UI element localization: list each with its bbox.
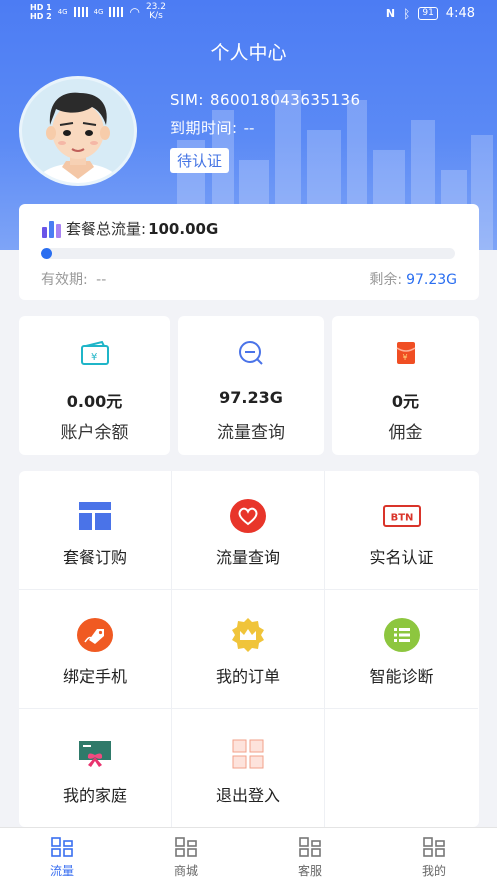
remaining: 剩余: 97.23G xyxy=(369,269,457,289)
validity-value: -- xyxy=(96,272,107,288)
user-avatar-icon xyxy=(34,92,122,183)
tab-grid-icon xyxy=(51,837,73,857)
validity-label: 有效期: xyxy=(41,272,88,288)
data-query-label: 流量查询 xyxy=(217,423,285,443)
commission-label: 佣金 xyxy=(388,423,423,443)
profile-info: SIM: 860018043635136 到期时间: -- 待认证 xyxy=(170,90,361,173)
svg-text:¥: ¥ xyxy=(402,353,407,362)
balance-card[interactable]: ¥ 0.00元 账户余额 xyxy=(19,316,170,455)
list-icon xyxy=(383,618,420,652)
menu-label: 流量查询 xyxy=(215,548,280,567)
bar-chart-icon xyxy=(42,220,61,238)
clock: 4:48 xyxy=(445,6,475,21)
status-bar: HD 1 HD 2 4G 4G ◠ 23.2 K/s N ᛒ 91 4:48 xyxy=(0,0,497,30)
tab-service[interactable]: 客服 xyxy=(248,828,372,883)
validity: 有效期: -- xyxy=(41,269,106,289)
menu-bind-phone[interactable]: 绑定手机 xyxy=(19,590,172,709)
menu-data-query[interactable]: 流量查询 xyxy=(172,471,325,590)
menu-label: 套餐订购 xyxy=(62,548,127,567)
expire-label: 到期时间: xyxy=(170,119,238,137)
page-title: 个人中心 xyxy=(210,42,287,64)
layout-icon xyxy=(79,502,111,530)
tab-grid-icon xyxy=(299,837,321,857)
menu-label: 智能诊断 xyxy=(369,667,434,686)
sim-label: SIM: xyxy=(170,91,204,109)
sim-number: 860018043635136 xyxy=(209,91,361,109)
menu-my-family[interactable]: 我的家庭 xyxy=(19,709,172,827)
menu-smart-diagnosis[interactable]: 智能诊断 xyxy=(325,590,478,709)
menu-plan-order[interactable]: 套餐订购 xyxy=(19,471,172,590)
balance-label: 账户余额 xyxy=(60,423,129,443)
data-usage-progress xyxy=(41,248,455,259)
tab-label: 客服 xyxy=(297,864,322,878)
commission-card[interactable]: ¥ 0元 佣金 xyxy=(332,316,479,455)
remaining-label: 剩余: xyxy=(369,272,403,288)
data-usage-progress-fill xyxy=(41,248,53,259)
heart-icon xyxy=(230,499,266,533)
search-data-icon xyxy=(239,341,263,365)
tag-icon xyxy=(77,618,113,652)
tab-mine[interactable]: 我的 xyxy=(372,828,496,883)
signal2-label: 4G xyxy=(93,8,104,16)
tab-grid-icon xyxy=(423,837,445,857)
tab-shop[interactable]: 商城 xyxy=(124,828,248,883)
tab-label: 商城 xyxy=(173,864,198,878)
gift-card-icon xyxy=(79,741,111,767)
signal1-label: 4G xyxy=(57,8,68,16)
expire-value: -- xyxy=(243,119,255,137)
network-speed: 23.2 K/s xyxy=(145,2,166,21)
avatar[interactable] xyxy=(19,76,137,186)
red-envelope-icon: ¥ xyxy=(396,342,415,364)
wallet-icon: ¥ xyxy=(80,340,109,365)
bluetooth-icon: ᛒ xyxy=(403,6,411,21)
menu-logout[interactable]: 退出登入 xyxy=(172,709,325,827)
svg-text:BTN: BTN xyxy=(390,513,413,524)
plan-title-label: 套餐总流量: xyxy=(66,220,147,238)
menu-label: 退出登入 xyxy=(215,786,280,805)
menu-label: 我的家庭 xyxy=(62,786,127,805)
signal2-icon xyxy=(109,7,124,17)
tab-data[interactable]: 流量 xyxy=(0,828,124,883)
menu-grid: 套餐订购 流量查询 BTN 实名认证 绑定手机 我的订单 智能诊断 我的家庭 退… xyxy=(19,471,479,827)
menu-label: 实名认证 xyxy=(369,548,434,567)
grid-icon xyxy=(232,739,264,769)
plan-total: 100.00G xyxy=(148,219,219,238)
data-query-card[interactable]: 97.23G 流量查询 xyxy=(178,316,324,455)
data-remaining-value: 97.23G xyxy=(219,388,283,407)
signal1-icon xyxy=(73,7,88,17)
btn-icon: BTN xyxy=(382,505,421,527)
tab-grid-icon xyxy=(175,837,197,857)
tab-label: 我的 xyxy=(421,864,446,878)
menu-my-orders[interactable]: 我的订单 xyxy=(172,590,325,709)
svg-text:¥: ¥ xyxy=(91,352,97,363)
verify-status-button[interactable]: 待认证 xyxy=(170,148,230,173)
plan-card: 套餐总流量: 100.00G 有效期: -- 剩余: 97.23G xyxy=(19,204,479,300)
sim2-indicator: HD 2 xyxy=(30,12,52,21)
tab-label: 流量 xyxy=(49,864,74,878)
remaining-value: 97.23G xyxy=(406,272,457,288)
sim1-indicator: HD 1 xyxy=(30,3,52,12)
bottom-tab-bar: 流量 商城 客服 我的 xyxy=(0,827,497,883)
crown-badge-icon xyxy=(232,618,264,652)
battery-indicator: 91 xyxy=(418,7,438,20)
balance-value: 0.00元 xyxy=(66,392,123,411)
nfc-icon: N xyxy=(385,7,396,20)
wifi-icon: ◠ xyxy=(129,5,140,19)
commission-value: 0元 xyxy=(391,392,420,411)
menu-real-name[interactable]: BTN 实名认证 xyxy=(325,471,478,590)
menu-label: 绑定手机 xyxy=(62,667,127,686)
menu-label: 我的订单 xyxy=(215,667,280,686)
